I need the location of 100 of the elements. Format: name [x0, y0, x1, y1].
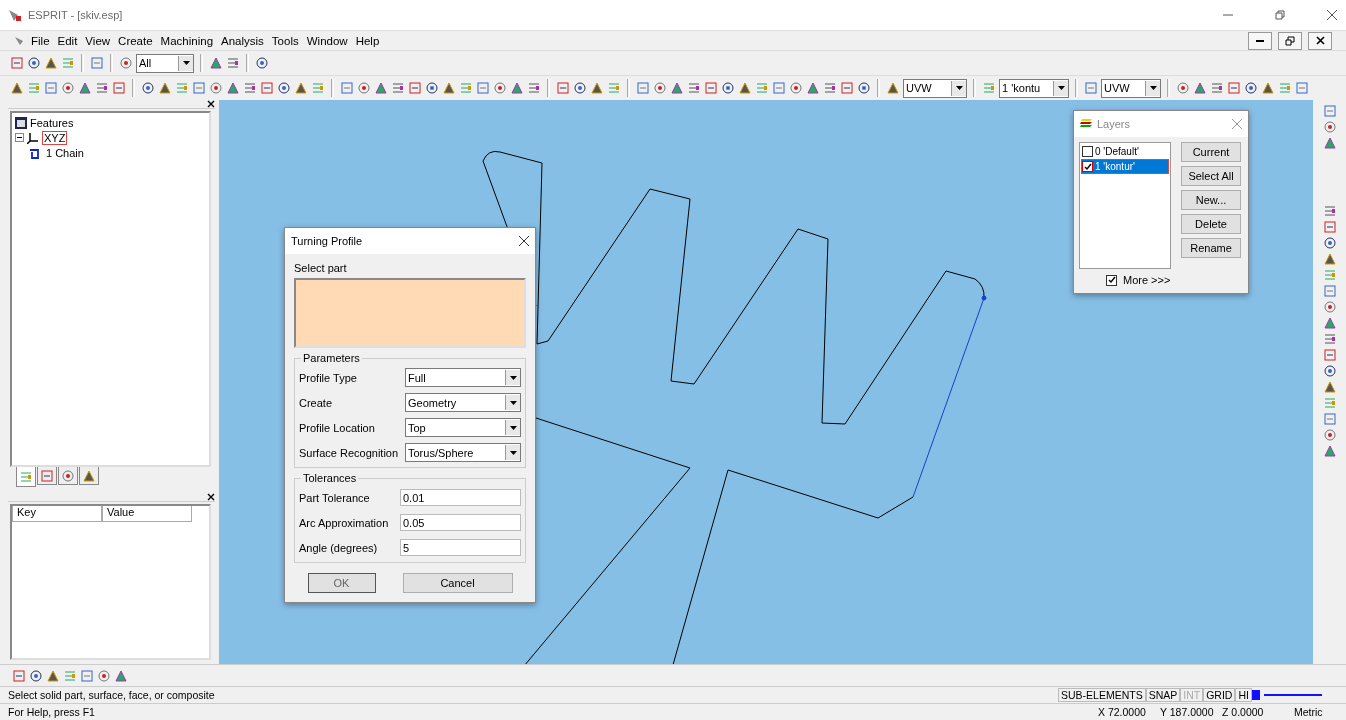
minimize-button[interactable]: [1248, 31, 1272, 50]
column-header[interactable]: Key: [12, 506, 102, 522]
tool-icon[interactable]: [114, 668, 128, 683]
caret-icon[interactable]: [182, 61, 190, 65]
tool-icon[interactable]: [857, 81, 871, 95]
tool-icon[interactable]: [391, 81, 405, 95]
tool-icon[interactable]: [1176, 81, 1190, 95]
menu-item[interactable]: View: [84, 34, 112, 47]
dropdown[interactable]: All: [136, 53, 194, 73]
tool-icon[interactable]: [97, 668, 111, 683]
restore-icon[interactable]: [1274, 9, 1286, 21]
tool-icon[interactable]: [44, 56, 58, 70]
tool-icon[interactable]: [1322, 136, 1337, 150]
tool-icon[interactable]: [294, 81, 308, 95]
tool-icon[interactable]: [226, 81, 240, 95]
tool-icon[interactable]: [209, 56, 223, 70]
tool-icon[interactable]: [721, 81, 735, 95]
tool-icon[interactable]: [1210, 81, 1224, 95]
tool-icon[interactable]: [226, 56, 240, 70]
caret-icon[interactable]: [509, 450, 517, 455]
tool-icon[interactable]: [27, 56, 41, 70]
tool-icon[interactable]: [789, 81, 803, 95]
tool-icon[interactable]: [112, 81, 126, 95]
tool-icon[interactable]: [46, 668, 60, 683]
caret-icon[interactable]: [1149, 86, 1157, 90]
caret-icon[interactable]: [1057, 86, 1065, 90]
layer-button[interactable]: Select All: [1181, 166, 1241, 186]
menu-item[interactable]: Window: [305, 34, 349, 47]
checkbox[interactable]: [1082, 146, 1093, 157]
tool-icon[interactable]: [1322, 444, 1337, 458]
tool-icon[interactable]: [823, 81, 837, 95]
part-selection-box[interactable]: [294, 278, 526, 348]
layer-button[interactable]: Rename: [1181, 238, 1241, 258]
tool-icon[interactable]: [1322, 236, 1337, 250]
close-icon[interactable]: [207, 100, 215, 108]
tool-icon[interactable]: [78, 81, 92, 95]
collapse-icon[interactable]: [15, 133, 24, 142]
dropdown[interactable]: Full: [405, 368, 521, 387]
tool-icon[interactable]: [1322, 332, 1337, 346]
tool-icon[interactable]: [1322, 364, 1337, 378]
restore-button[interactable]: [1278, 31, 1302, 50]
caret-icon[interactable]: [509, 375, 517, 380]
tool-icon[interactable]: [1322, 252, 1337, 266]
layer-button[interactable]: Delete: [1181, 214, 1241, 234]
tool-icon[interactable]: [408, 81, 422, 95]
tool-icon[interactable]: [886, 81, 900, 95]
dropdown[interactable]: Torus/Sphere: [405, 443, 521, 462]
input-field[interactable]: 0.01: [400, 489, 521, 506]
tool-icon[interactable]: [10, 81, 24, 95]
close-icon[interactable]: [207, 493, 215, 501]
tool-icon[interactable]: [1322, 316, 1337, 330]
tool-icon[interactable]: [243, 81, 257, 95]
tool-icon[interactable]: [255, 56, 269, 70]
tree-item[interactable]: 1 Chain: [44, 145, 86, 160]
caret-icon[interactable]: [509, 425, 517, 430]
caret-icon[interactable]: [955, 86, 963, 90]
tool-icon[interactable]: [806, 81, 820, 95]
tool-icon[interactable]: [119, 56, 133, 70]
tool-icon[interactable]: [277, 81, 291, 95]
tool-icon[interactable]: [670, 81, 684, 95]
tool-icon[interactable]: [29, 668, 43, 683]
tool-icon[interactable]: [209, 81, 223, 95]
tool-icon[interactable]: [12, 668, 26, 683]
dropdown[interactable]: Geometry: [405, 393, 521, 412]
tool-icon[interactable]: [527, 81, 541, 95]
dropdown[interactable]: UVW: [1101, 78, 1161, 98]
tool-icon[interactable]: [442, 81, 456, 95]
menu-item[interactable]: File: [30, 34, 51, 47]
input-field[interactable]: 5: [400, 539, 521, 556]
tree-item[interactable]: XYZ: [42, 130, 68, 145]
tool-icon[interactable]: [687, 81, 701, 95]
layer-button[interactable]: Current: [1181, 142, 1241, 162]
tool-icon[interactable]: [1244, 81, 1258, 95]
tool-icon[interactable]: [1193, 81, 1207, 95]
tool-icon[interactable]: [61, 81, 75, 95]
tool-icon[interactable]: [590, 81, 604, 95]
tool-icon[interactable]: [1227, 81, 1241, 95]
tool-icon[interactable]: [840, 81, 854, 95]
close-icon[interactable]: [1326, 9, 1338, 21]
tool-icon[interactable]: [510, 81, 524, 95]
menu-item[interactable]: Machining: [159, 34, 215, 47]
layer-item[interactable]: 0 'Default': [1081, 144, 1169, 159]
column-header[interactable]: Value: [102, 506, 192, 522]
close-icon[interactable]: [519, 236, 529, 246]
menu-item[interactable]: Tools: [270, 34, 300, 47]
tool-icon[interactable]: [141, 81, 155, 95]
menu-item[interactable]: Analysis: [220, 34, 265, 47]
tool-icon[interactable]: [1322, 204, 1337, 218]
tool-icon[interactable]: [1322, 380, 1337, 394]
tool-icon[interactable]: [1261, 81, 1275, 95]
tool-icon[interactable]: [573, 81, 587, 95]
tool-icon[interactable]: [1322, 428, 1337, 442]
tool-icon[interactable]: [374, 81, 388, 95]
menu-item[interactable]: Edit: [56, 34, 79, 47]
tool-icon[interactable]: [704, 81, 718, 95]
layer-item[interactable]: 1 'kontur': [1081, 159, 1169, 174]
tool-icon[interactable]: [357, 81, 371, 95]
tool-icon[interactable]: [260, 81, 274, 95]
dialog-button[interactable]: OK: [307, 573, 376, 593]
checkbox[interactable]: [1106, 274, 1117, 286]
